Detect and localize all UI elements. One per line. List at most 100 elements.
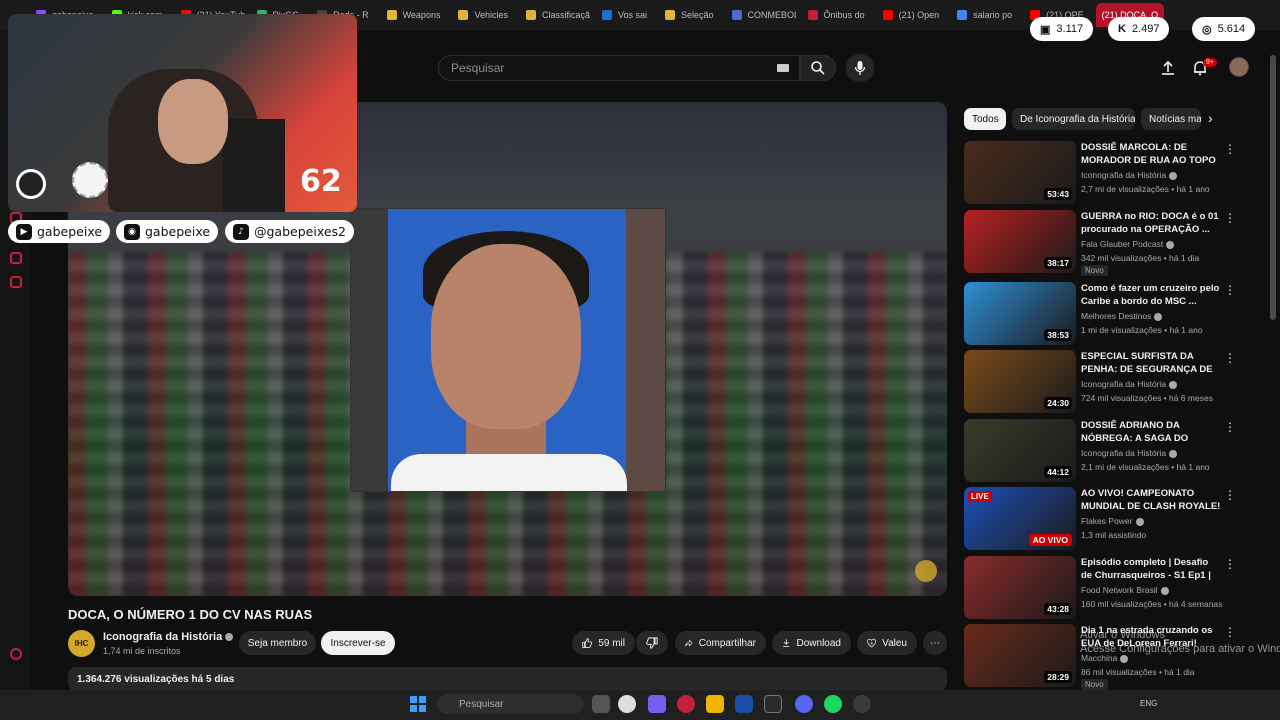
- recommended-channel[interactable]: Melhores Destinos: [1081, 311, 1163, 321]
- recommended-channel[interactable]: Fala Glauber Podcast: [1081, 239, 1175, 249]
- video-duration: 28:29: [1044, 671, 1072, 683]
- recommended-title[interactable]: GUERRA no RIO: DOCA é o 01 procurado na …: [1081, 210, 1221, 236]
- recommended-channel[interactable]: Iconografia da História: [1081, 170, 1178, 180]
- new-badge: Novo: [1081, 679, 1108, 690]
- recommended-video[interactable]: LIVE AO VIVO AO VIVO! CAMPEONATO MUNDIAL D…: [964, 487, 1244, 551]
- tab-label: Ônibus do: [823, 10, 865, 20]
- recommended-channel[interactable]: Iconografia da História: [1081, 448, 1178, 458]
- recommended-channel[interactable]: Iconografia da História: [1081, 379, 1178, 389]
- page-scrollbar[interactable]: [1270, 55, 1276, 320]
- sidebar-app-icon[interactable]: [10, 252, 22, 264]
- filter-chip-all[interactable]: Todos: [964, 108, 1006, 130]
- windows-taskbar: [0, 690, 1280, 720]
- video-thumbnail[interactable]: 43:28: [964, 556, 1076, 619]
- recommended-video[interactable]: 38:17 GUERRA no RIO: DOCA é o 01 procurad…: [964, 210, 1244, 276]
- live-tag: LIVE: [968, 491, 992, 502]
- recommended-title[interactable]: Como é fazer um cruzeiro pelo Caribe a b…: [1081, 282, 1221, 308]
- language-indicator[interactable]: ENG: [1140, 699, 1157, 708]
- recommended-title[interactable]: DOSSIÊ MARCOLA: DE MORADOR DE RUA AO TOP…: [1081, 141, 1221, 167]
- steam-icon[interactable]: [735, 695, 753, 713]
- dislike-button[interactable]: [636, 631, 668, 655]
- channel-name[interactable]: Iconografia da História: [103, 631, 234, 643]
- download-label: Download: [796, 637, 841, 649]
- browser-tab[interactable]: Weapons: [381, 3, 447, 27]
- recommended-title[interactable]: AO VIVO! CAMPEONATO MUNDIAL DE CLASH ROY…: [1081, 487, 1221, 513]
- join-button[interactable]: Seja membro: [239, 631, 316, 655]
- more-vertical-icon[interactable]: ⋮: [1224, 352, 1236, 366]
- recommended-video[interactable]: 24:30 ESPECIAL SURFISTA DA PENHA: DE SEGU…: [964, 350, 1244, 414]
- recommended-video[interactable]: 44:12 DOSSIÊ ADRIANO DA NÓBREGA: A SAGA D…: [964, 419, 1244, 483]
- app-icon[interactable]: [853, 695, 871, 713]
- file-explorer-icon[interactable]: [706, 695, 724, 713]
- tab-favicon-icon: [807, 10, 818, 20]
- more-vertical-icon[interactable]: ⋮: [1224, 421, 1236, 435]
- app-icon[interactable]: [764, 695, 782, 713]
- recommended-video[interactable]: 38:53 Como é fazer um cruzeiro pelo Carib…: [964, 282, 1244, 346]
- keyboard-icon[interactable]: [777, 64, 789, 72]
- more-vertical-icon[interactable]: ⋮: [1224, 284, 1236, 298]
- create-button[interactable]: [1158, 58, 1178, 78]
- video-thumbnail[interactable]: 24:30: [964, 350, 1076, 413]
- browser-tab[interactable]: (21) Open: [877, 3, 946, 27]
- recommended-title[interactable]: Episódio completo | Desafio de Churrasqu…: [1081, 556, 1221, 582]
- recommended-video[interactable]: 53:43 DOSSIÊ MARCOLA: DE MORADOR DE RUA A…: [964, 141, 1244, 205]
- video-thumbnail[interactable]: LIVE AO VIVO: [964, 487, 1076, 550]
- video-thumbnail[interactable]: 38:53: [964, 282, 1076, 345]
- channel-avatar[interactable]: IHC: [68, 630, 95, 657]
- recommended-channel-name: Melhores Destinos: [1081, 311, 1152, 321]
- description-box[interactable]: 1.364.276 visualizações há 5 dias: [68, 667, 947, 691]
- webcam-counter: 62: [300, 164, 342, 199]
- search-input[interactable]: Pesquisar: [438, 55, 800, 81]
- chevron-right-icon[interactable]: ›: [1208, 110, 1213, 126]
- video-thumbnail[interactable]: 38:17: [964, 210, 1076, 273]
- video-thumbnail[interactable]: 28:29: [964, 624, 1076, 687]
- more-actions-button[interactable]: ⋯: [923, 631, 947, 655]
- recommended-channel[interactable]: Food Network Brasil: [1081, 585, 1169, 595]
- sidebar-app-icon[interactable]: [10, 276, 22, 288]
- more-vertical-icon[interactable]: ⋮: [1224, 212, 1236, 226]
- voice-search-button[interactable]: [846, 54, 874, 82]
- account-avatar[interactable]: [1229, 57, 1249, 77]
- discord-icon[interactable]: [795, 695, 813, 713]
- video-thumbnail[interactable]: 53:43: [964, 141, 1076, 204]
- task-view-icon[interactable]: [592, 695, 610, 713]
- browser-tab[interactable]: CONMEBOL: [726, 3, 796, 27]
- browser-tab[interactable]: Seleção: [659, 3, 720, 27]
- like-button[interactable]: 59 mil: [572, 631, 635, 655]
- recommended-meta: 2,1 mi de visualizações • há 1 ano: [1081, 462, 1210, 472]
- search-placeholder: Pesquisar: [451, 61, 505, 75]
- app-icon[interactable]: [618, 695, 636, 713]
- windows-start-icon[interactable]: [410, 696, 426, 712]
- more-vertical-icon[interactable]: ⋮: [1224, 489, 1236, 503]
- browser-tab[interactable]: Vos sai: [596, 3, 653, 27]
- browser-tab[interactable]: Classificação: [520, 3, 590, 27]
- recommended-title[interactable]: ESPECIAL SURFISTA DA PENHA: DE SEGURANÇA…: [1081, 350, 1221, 376]
- copilot-icon[interactable]: [648, 695, 666, 713]
- social-handle: gabepeixe: [37, 224, 103, 239]
- tab-favicon-icon: [731, 10, 742, 20]
- search-button[interactable]: [800, 55, 836, 81]
- spotify-icon[interactable]: [824, 695, 842, 713]
- share-button[interactable]: Compartilhar: [675, 631, 766, 655]
- thanks-button[interactable]: $ Valeu: [857, 631, 917, 655]
- tab-label: Classificação: [541, 10, 590, 20]
- subscribe-button[interactable]: Inscrever-se: [321, 631, 395, 655]
- more-vertical-icon[interactable]: ⋮: [1224, 558, 1236, 572]
- taskbar-search[interactable]: Pesquisar: [437, 694, 583, 714]
- browser-tab[interactable]: salario po: [951, 3, 1018, 27]
- browser-tab[interactable]: Vehicles: [452, 3, 514, 27]
- recommended-title[interactable]: DOSSIÊ ADRIANO DA NÓBREGA: A SAGA DO MAI…: [1081, 419, 1221, 445]
- sidebar-settings-icon[interactable]: [10, 648, 22, 660]
- recommended-video[interactable]: 43:28 Episódio completo | Desafio de Chur…: [964, 556, 1244, 620]
- opera-gx-icon[interactable]: [677, 695, 695, 713]
- download-button[interactable]: Download: [772, 631, 851, 655]
- tab-favicon-icon: [386, 10, 397, 20]
- watermark-line: Acesse Configurações para ativar o Windo…: [1080, 643, 1280, 655]
- filter-chip-channel[interactable]: De Iconografia da História: [1012, 108, 1135, 130]
- recommended-channel[interactable]: Flakes Power: [1081, 516, 1144, 526]
- more-vertical-icon[interactable]: ⋮: [1224, 143, 1236, 157]
- video-thumbnail[interactable]: 44:12: [964, 419, 1076, 482]
- video-duration: 44:12: [1044, 466, 1072, 478]
- filter-chip-news[interactable]: Notícias mais recentes: [1141, 108, 1201, 130]
- browser-tab[interactable]: Ônibus do: [802, 3, 871, 27]
